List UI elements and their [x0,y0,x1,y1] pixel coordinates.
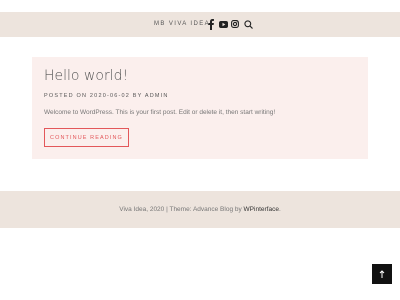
facebook-icon[interactable] [208,18,214,30]
post-meta: POSTED ON 2020-06-02 BY ADMIN [44,93,169,99]
footer-theme-link[interactable]: WPinterface [244,206,279,213]
arrow-up-icon [379,269,385,278]
continue-reading-button[interactable]: CONTINUE READING [44,128,129,147]
post-excerpt: Welcome to WordPress. This is your first… [44,109,276,116]
footer-credit-end: . [278,206,281,213]
post-card: Hello world! POSTED ON 2020-06-02 BY ADM… [32,57,368,159]
youtube-icon[interactable] [219,18,228,30]
footer-credit: Viva Idea, 2020 | Theme: Advance Blog by… [0,206,400,213]
site-header: MB VIVA IDEA [0,12,400,37]
post-title[interactable]: Hello world! [44,68,128,84]
footer-credit-text: Viva Idea, 2020 | Theme: Advance Blog by [119,206,244,213]
site-footer: Viva Idea, 2020 | Theme: Advance Blog by… [0,191,400,228]
scroll-to-top-button[interactable] [372,264,392,284]
instagram-icon[interactable] [231,18,239,30]
search-icon[interactable] [244,18,253,30]
site-title[interactable]: MB VIVA IDEA [154,21,210,27]
top-strip [0,0,400,12]
